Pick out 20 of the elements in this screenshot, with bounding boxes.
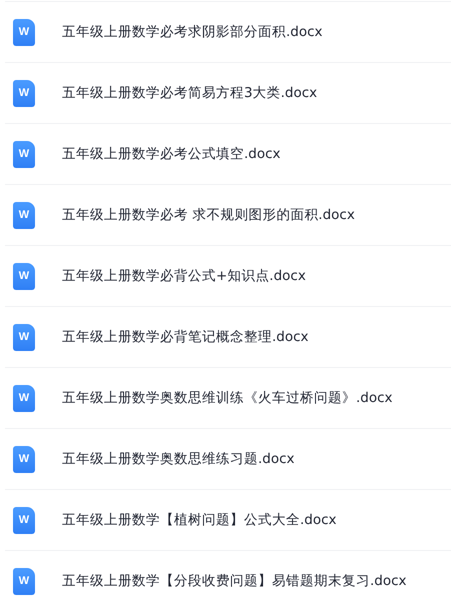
file-name: 五年级上册数学必考 求不规则图形的面积.docx [62,206,355,224]
word-file-icon: W [13,384,35,412]
file-name: 五年级上册数学奥数思维训练《火车过桥问题》.docx [62,389,393,407]
word-file-icon: W [13,506,35,534]
word-file-icon: W [13,202,35,228]
word-file-icon: W [13,140,35,168]
word-file-icon: W [13,18,35,46]
word-file-icon: W [13,568,35,594]
word-file-icon: W [13,324,35,350]
file-name: 五年级上册数学必考简易方程3大类.docx [62,84,318,102]
file-name: 五年级上册数学必考求阴影部分面积.docx [62,23,323,41]
file-name: 五年级上册数学【植树问题】公式大全.docx [62,511,337,529]
file-name: 五年级上册数学【分段收费问题】易错题期末复习.docx [62,572,407,590]
file-name: 五年级上册数学必背公式+知识点.docx [62,267,306,285]
word-file-icon: W [13,80,35,106]
file-name: 五年级上册数学奥数思维练习题.docx [62,450,295,468]
file-name: 五年级上册数学必考公式填空.docx [62,145,281,163]
file-name: 五年级上册数学必背笔记概念整理.docx [62,328,309,346]
word-file-icon: W [13,262,35,290]
word-file-icon: W [13,446,35,472]
